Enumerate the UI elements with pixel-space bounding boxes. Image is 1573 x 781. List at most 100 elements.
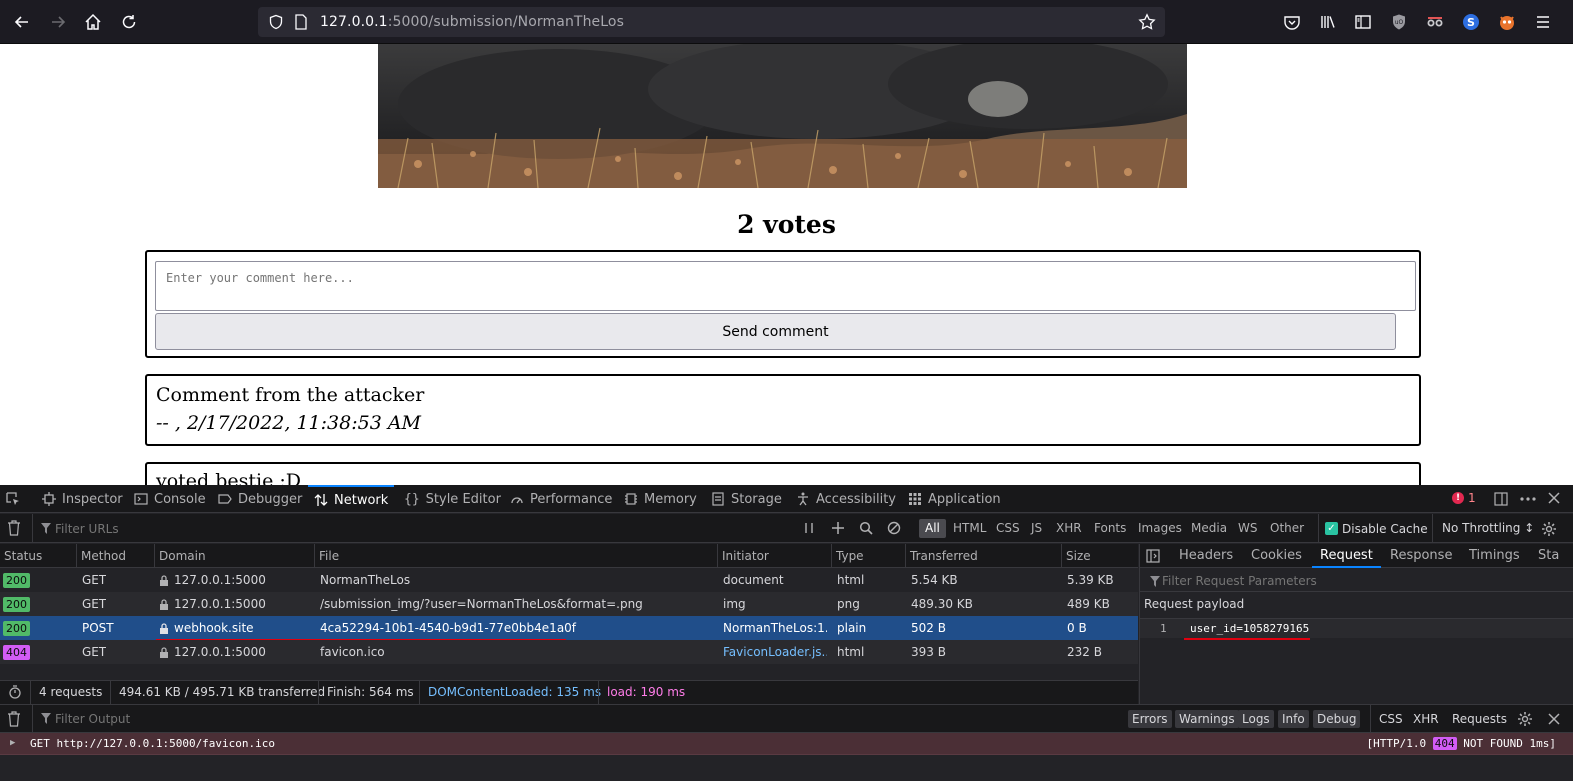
filter-js[interactable]: JS: [1025, 519, 1048, 538]
tab-performance[interactable]: Performance: [506, 485, 616, 513]
initiator-link[interactable]: FaviconLoader.js...: [723, 640, 827, 664]
table-row-selected[interactable]: 200 POST webhook.site 4ca52294-10b1-4540…: [0, 616, 1138, 640]
domain-cell: 127.0.0.1:5000: [159, 568, 266, 592]
filter-other[interactable]: Other: [1264, 519, 1310, 538]
column-header-domain[interactable]: Domain: [154, 544, 314, 568]
column-header-type[interactable]: Type: [831, 544, 905, 568]
filter-ws[interactable]: WS: [1232, 519, 1263, 538]
tab-timings[interactable]: Timings: [1469, 544, 1520, 568]
tab-console[interactable]: Console: [130, 485, 210, 513]
filter-images[interactable]: Images: [1132, 519, 1188, 538]
pause-icon[interactable]: [803, 522, 815, 534]
filter-all[interactable]: All: [919, 519, 946, 538]
filter-output[interactable]: [32, 705, 1112, 732]
console-message[interactable]: ▶ GET http://127.0.0.1:5000/favicon.ico …: [0, 733, 1573, 755]
request-details-panel: Headers Cookies Request Response Timings…: [1139, 544, 1573, 704]
tab-application[interactable]: Application: [904, 485, 1005, 513]
initiator-cell: img: [723, 597, 746, 611]
close-devtools-icon[interactable]: [1547, 491, 1561, 505]
column-header-file[interactable]: File: [314, 544, 717, 568]
console-filter-requests[interactable]: Requests: [1452, 710, 1507, 728]
toggle-panel-icon[interactable]: [1146, 549, 1160, 563]
add-icon[interactable]: [831, 521, 845, 535]
console-filter-css[interactable]: CSS: [1379, 710, 1403, 728]
library-icon[interactable]: [1316, 10, 1340, 34]
block-icon[interactable]: [887, 521, 901, 535]
console-input-area[interactable]: [0, 755, 1573, 781]
tab-headers[interactable]: Headers: [1179, 544, 1233, 568]
tab-label: Application: [928, 491, 1001, 507]
forward-icon[interactable]: [46, 10, 70, 34]
console-filter-debug[interactable]: Debug: [1313, 710, 1361, 728]
clear-console-icon[interactable]: [7, 711, 21, 727]
tab-network[interactable]: Network: [308, 485, 395, 513]
clear-icon[interactable]: [7, 520, 21, 536]
console-settings-gear-icon[interactable]: [1517, 711, 1533, 727]
console-filter-warnings[interactable]: Warnings: [1175, 710, 1239, 728]
back-icon[interactable]: [10, 10, 34, 34]
tab-request[interactable]: Request: [1312, 544, 1381, 568]
column-header-method[interactable]: Method: [76, 544, 154, 568]
console-filter-xhr[interactable]: XHR: [1413, 710, 1439, 728]
web-page: 2 votes Send comment Comment from the at…: [0, 44, 1573, 485]
extension-glasses-icon[interactable]: [1423, 10, 1447, 34]
filter-html[interactable]: HTML: [947, 519, 992, 538]
payload-editor[interactable]: 1 user_id=1058279165: [1140, 618, 1573, 638]
filter-media[interactable]: Media: [1185, 519, 1233, 538]
column-header-transferred[interactable]: Transferred: [905, 544, 1061, 568]
tab-stack-trace[interactable]: Sta: [1538, 544, 1559, 568]
url-text[interactable]: 127.0.0.1:5000/submission/NormanTheLos: [320, 14, 624, 30]
tab-accessibility[interactable]: Accessibility: [792, 485, 900, 513]
close-console-icon[interactable]: [1547, 712, 1561, 726]
error-count-badge[interactable]: ! 1: [1452, 491, 1476, 505]
expand-arrow-icon[interactable]: ▶: [10, 733, 15, 754]
filter-css[interactable]: CSS: [990, 519, 1026, 538]
shield-icon[interactable]: [268, 14, 284, 30]
more-options-icon[interactable]: [1519, 491, 1537, 507]
console-filter-info[interactable]: Info: [1278, 710, 1309, 728]
ublock-icon[interactable]: uO: [1387, 10, 1411, 34]
tab-inspector[interactable]: Inspector: [38, 485, 127, 513]
console-filter-logs[interactable]: Logs: [1238, 710, 1274, 728]
tab-style-editor[interactable]: {} Style Editor: [400, 485, 505, 513]
sidebar-icon[interactable]: [1351, 10, 1375, 34]
stopwatch-icon[interactable]: [8, 685, 22, 699]
tab-debugger[interactable]: Debugger: [214, 485, 306, 513]
pocket-icon[interactable]: [1280, 10, 1304, 34]
network-settings-gear-icon[interactable]: [1541, 521, 1557, 537]
filter-output-input[interactable]: [55, 709, 1055, 728]
console-request-text[interactable]: GET http://127.0.0.1:5000/favicon.ico: [30, 733, 275, 754]
filter-urls-input[interactable]: [55, 519, 755, 538]
filter-urls[interactable]: [32, 514, 792, 543]
element-picker-icon[interactable]: [5, 491, 21, 507]
reload-icon[interactable]: [117, 10, 141, 34]
search-icon[interactable]: [859, 521, 873, 535]
table-row[interactable]: 200 GET 127.0.0.1:5000 NormanTheLos docu…: [0, 568, 1138, 592]
column-header-status[interactable]: Status: [0, 544, 76, 568]
table-row[interactable]: 200 GET 127.0.0.1:5000 /submission_img/?…: [0, 592, 1138, 616]
comment-textarea[interactable]: [155, 261, 1416, 311]
column-header-size[interactable]: Size: [1061, 544, 1138, 568]
bookmark-star-icon[interactable]: [1138, 13, 1156, 31]
filter-request-params[interactable]: [1140, 569, 1573, 592]
console-filter-errors[interactable]: Errors: [1128, 710, 1172, 728]
extension-s-icon[interactable]: S: [1459, 10, 1483, 34]
disable-cache-toggle[interactable]: ✓ Disable Cache: [1318, 514, 1428, 543]
column-header-initiator[interactable]: Initiator: [717, 544, 831, 568]
table-row[interactable]: 404 GET 127.0.0.1:5000 favicon.ico Favic…: [0, 640, 1138, 664]
dock-icon[interactable]: [1493, 491, 1509, 507]
filter-fonts[interactable]: Fonts: [1088, 519, 1132, 538]
tab-cookies[interactable]: Cookies: [1251, 544, 1302, 568]
extension-fox-icon[interactable]: [1495, 10, 1519, 34]
url-bar[interactable]: 127.0.0.1:5000/submission/NormanTheLos: [258, 7, 1165, 37]
filter-params-input[interactable]: [1162, 571, 1562, 590]
filter-xhr[interactable]: XHR: [1050, 519, 1088, 538]
tab-storage[interactable]: Storage: [707, 485, 786, 513]
tab-memory[interactable]: Memory: [620, 485, 701, 513]
method-cell: GET: [82, 573, 107, 587]
home-icon[interactable]: [81, 10, 105, 34]
send-comment-button[interactable]: Send comment: [155, 313, 1396, 350]
menu-icon[interactable]: [1531, 10, 1555, 34]
tab-response[interactable]: Response: [1390, 544, 1452, 568]
throttling-select[interactable]: No Throttling ↕: [1432, 514, 1534, 543]
